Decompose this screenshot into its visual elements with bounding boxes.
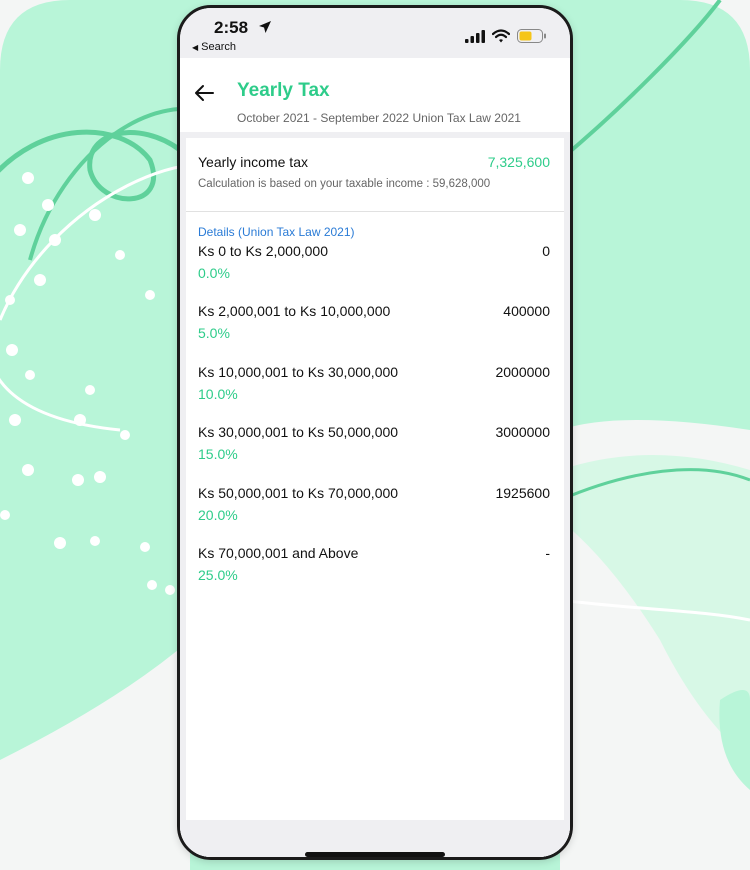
- tax-bracket-row: Ks 70,000,001 and Above - 25.0%: [198, 545, 550, 589]
- bracket-range: Ks 30,000,001 to Ks 50,000,000: [198, 424, 399, 440]
- phone-frame: 2:58 ◀ Search Yearly Tax October 2021 - …: [177, 5, 573, 860]
- bracket-rate: 0.0%: [198, 265, 230, 281]
- wifi-icon: [492, 29, 510, 43]
- tax-bracket-row: Ks 0 to Ks 2,000,000 0 0.0%: [198, 243, 550, 287]
- content-area: Yearly income tax 7,325,600 Calculation …: [180, 132, 570, 857]
- bracket-range: Ks 0 to Ks 2,000,000: [198, 243, 328, 259]
- back-triangle-icon: ◀: [192, 43, 199, 52]
- bracket-rate: 20.0%: [198, 507, 238, 523]
- home-indicator[interactable]: [305, 852, 445, 857]
- bracket-rate: 10.0%: [198, 386, 238, 402]
- back-arrow-icon[interactable]: [194, 84, 214, 102]
- bracket-range: Ks 2,000,001 to Ks 10,000,000: [198, 303, 391, 319]
- status-bar: 2:58 ◀ Search: [180, 8, 570, 58]
- page-title: Yearly Tax: [237, 80, 330, 101]
- details-heading: Details (Union Tax Law 2021): [198, 225, 355, 239]
- bracket-rate: 5.0%: [198, 325, 230, 341]
- location-arrow-icon: [259, 21, 271, 33]
- bracket-rate: 15.0%: [198, 446, 238, 462]
- page-subtitle: October 2021 - September 2022 Union Tax …: [237, 111, 521, 125]
- tax-bracket-row: Ks 10,000,001 to Ks 30,000,000 2000000 1…: [198, 364, 550, 408]
- yearly-income-tax-label: Yearly income tax: [198, 154, 308, 170]
- bracket-amount: 3000000: [495, 424, 550, 440]
- back-to-search-link[interactable]: ◀ Search: [192, 41, 236, 53]
- bracket-amount: 1925600: [495, 485, 550, 501]
- yearly-income-tax-value: 7,325,600: [487, 154, 550, 170]
- bracket-range: Ks 10,000,001 to Ks 30,000,000: [198, 364, 399, 380]
- page-header: Yearly Tax October 2021 - September 2022…: [180, 58, 570, 132]
- bottom-area: [180, 822, 570, 857]
- bracket-rate: 25.0%: [198, 567, 238, 583]
- back-to-search-label: Search: [201, 41, 237, 53]
- battery-icon: [517, 29, 546, 43]
- tax-bracket-row: Ks 2,000,001 to Ks 10,000,000 400000 5.0…: [198, 303, 550, 347]
- bracket-range: Ks 70,000,001 and Above: [198, 545, 359, 561]
- tax-card: Yearly income tax 7,325,600 Calculation …: [186, 138, 564, 820]
- tax-bracket-row: Ks 50,000,001 to Ks 70,000,000 1925600 2…: [198, 485, 550, 529]
- status-time: 2:58: [214, 18, 249, 37]
- bracket-amount: 2000000: [495, 364, 550, 380]
- app-screen: Yearly Tax October 2021 - September 2022…: [180, 58, 570, 857]
- bracket-amount: -: [545, 545, 550, 561]
- cellular-signal-icon: [465, 30, 485, 43]
- divider: [186, 211, 564, 212]
- bracket-amount: 0: [542, 243, 550, 259]
- calculation-note: Calculation is based on your taxable inc…: [198, 178, 491, 190]
- bracket-amount: 400000: [503, 303, 550, 319]
- bracket-range: Ks 50,000,001 to Ks 70,000,000: [198, 485, 399, 501]
- tax-bracket-row: Ks 30,000,001 to Ks 50,000,000 3000000 1…: [198, 424, 550, 468]
